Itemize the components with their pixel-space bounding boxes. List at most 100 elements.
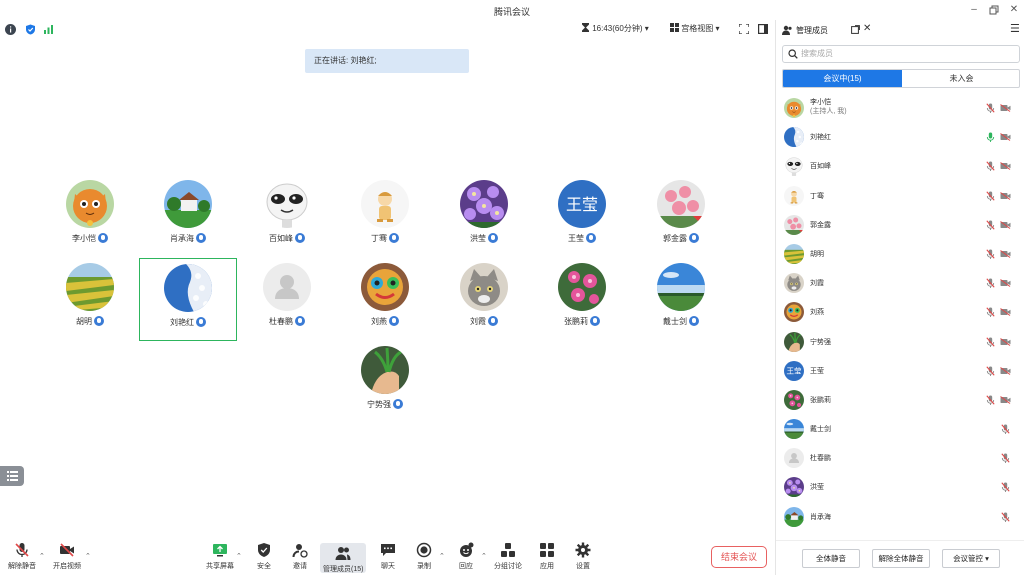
fullscreen-icon[interactable] (739, 24, 749, 34)
restore-icon[interactable] (986, 2, 1002, 18)
member-row[interactable]: 李小恺 (主持人, 我) (776, 94, 1024, 123)
member-name-text: 宁势强 (810, 338, 831, 346)
participant-tile[interactable]: 刘燕 (336, 258, 434, 341)
participant-tile[interactable]: 杜春鹏 (238, 258, 336, 341)
chevron-up-icon[interactable]: ⌃ (39, 552, 45, 560)
avatar (784, 273, 804, 294)
more-menu-icon[interactable]: ☰ (1010, 22, 1020, 35)
avatar (784, 389, 804, 410)
start-video-button[interactable]: 开启视频 (53, 542, 81, 571)
list-toggle-button[interactable] (0, 466, 24, 486)
chat-icon (381, 544, 395, 556)
member-row[interactable]: 洪莹 (776, 473, 1024, 502)
member-name: 戴士剑 (810, 424, 831, 434)
participant-tile[interactable]: 李小恺 (41, 175, 139, 258)
close-panel-icon[interactable]: ✕ (863, 23, 871, 34)
participant-tile[interactable]: 胡明 (41, 258, 139, 341)
participant-tile[interactable]: 王莹 王莹 (533, 175, 631, 258)
member-row[interactable]: 杜春鹏 (776, 444, 1024, 473)
meeting-timer[interactable]: 16:43(60分钟) ▾ (581, 23, 649, 34)
search-input[interactable] (801, 49, 1001, 58)
mic-icon (689, 316, 699, 326)
member-search-field[interactable] (782, 45, 1020, 63)
participant-tile[interactable]: 肖承海 (139, 175, 237, 258)
member-row[interactable]: 胡明 (776, 240, 1024, 269)
tab-in-meeting[interactable]: 会议中(15) (783, 70, 902, 87)
participant-tile[interactable]: 百如峰 (238, 175, 336, 258)
speaking-indicator: 正在讲话: 刘艳红; (305, 49, 469, 73)
breakout-button[interactable]: 分组讨论 (494, 542, 522, 571)
member-name-text: 丁骞 (810, 192, 824, 200)
mic-icon (488, 233, 498, 243)
reaction-label: 回应 (459, 563, 473, 570)
chevron-up-icon[interactable]: ⌃ (439, 552, 445, 560)
unmute-all-button[interactable]: 解除全体静音 (872, 549, 930, 568)
member-name: 张鹏莉 (810, 395, 831, 405)
panel-title: 管理成员 (796, 26, 828, 35)
member-name-text: 刘艳红 (810, 134, 831, 142)
chevron-up-icon[interactable]: ⌃ (236, 552, 242, 560)
participant-tile[interactable]: 张鹏莉 (533, 258, 631, 341)
apps-button[interactable]: 应用 (539, 542, 555, 571)
participant-tile[interactable]: 郭金露 (632, 175, 730, 258)
chat-button[interactable]: 聊天 (380, 542, 396, 571)
avatar (361, 346, 409, 394)
participant-tile[interactable]: 戴士剑 (632, 258, 730, 341)
security-label: 安全 (257, 563, 271, 570)
participant-tile[interactable]: 刘艳红 (139, 258, 237, 341)
member-row[interactable]: 王莹 王莹 (776, 357, 1024, 386)
view-mode-selector[interactable]: 宫格视图 ▾ (670, 23, 719, 34)
tab-not-joined[interactable]: 未入会 (902, 70, 1019, 87)
meeting-control-button[interactable]: 会议管控 ▾ (942, 549, 1000, 568)
member-row[interactable]: 宁势强 (776, 328, 1024, 357)
avatar (558, 263, 606, 311)
apps-label: 应用 (540, 563, 554, 570)
chevron-up-icon[interactable]: ⌃ (85, 552, 91, 560)
member-row[interactable]: 刘燕 (776, 298, 1024, 327)
manage-members-button[interactable]: 管理成员(15) (320, 543, 367, 573)
avatar (784, 506, 804, 527)
member-row[interactable]: 刘艳红 (776, 123, 1024, 152)
participant-tile[interactable]: 刘霞 (435, 258, 533, 341)
unmute-button[interactable]: 解除静音 (8, 542, 36, 571)
participant-tile[interactable]: 丁骞 (336, 175, 434, 258)
member-row[interactable]: 百如峰 (776, 152, 1024, 181)
signal-icon[interactable] (43, 24, 54, 35)
security-button[interactable]: 安全 (256, 542, 272, 571)
breakout-label: 分组讨论 (494, 563, 522, 570)
end-meeting-button[interactable]: 结束会议 (711, 546, 767, 568)
member-row[interactable]: 丁骞 (776, 182, 1024, 211)
reaction-button[interactable]: 回应 (458, 542, 474, 571)
participant-tile[interactable]: 宁势强 (336, 341, 434, 424)
participant-name-text: 王莹 (568, 234, 584, 243)
shield-icon[interactable] (25, 24, 36, 35)
member-name: 肖承海 (810, 512, 831, 522)
close-icon[interactable]: ✕ (1006, 2, 1022, 18)
member-row[interactable]: 刘霞 (776, 269, 1024, 298)
member-row[interactable]: 戴士剑 (776, 415, 1024, 444)
member-row[interactable]: 郭金露 (776, 211, 1024, 240)
settings-button[interactable]: 设置 (575, 542, 591, 571)
record-button[interactable]: 录制 (416, 542, 432, 571)
invite-button[interactable]: 邀请 (292, 542, 308, 571)
avatar (66, 263, 114, 311)
member-row[interactable]: 肖承海 (776, 503, 1024, 532)
share-screen-button[interactable]: 共享屏幕 (206, 542, 234, 571)
participant-tile[interactable]: 洪莹 (435, 175, 533, 258)
mic-icon (586, 233, 596, 243)
minimize-icon[interactable]: – (966, 2, 982, 18)
member-list: 李小恺 (主持人, 我) 刘艳红百如峰丁骞郭金露 胡明 刘霞 刘燕宁势强王莹 王莹张鹏莉戴士… (776, 94, 1024, 532)
mute-all-button[interactable]: 全体静音 (802, 549, 860, 568)
member-row[interactable]: 张鹏莉 (776, 386, 1024, 415)
member-role: (主持人, 我) (810, 108, 847, 115)
meeting-time: 16:43(60分钟) (592, 24, 643, 33)
sidebar-toggle-icon[interactable] (758, 24, 768, 34)
info-icon[interactable] (5, 24, 16, 35)
record-icon (416, 542, 432, 558)
popout-icon[interactable] (851, 25, 860, 34)
mic-icon (590, 316, 600, 326)
participant-name: 洪莹 (435, 233, 533, 244)
avatar (657, 180, 705, 228)
avatar (657, 263, 705, 311)
chevron-up-icon[interactable]: ⌃ (481, 552, 487, 560)
